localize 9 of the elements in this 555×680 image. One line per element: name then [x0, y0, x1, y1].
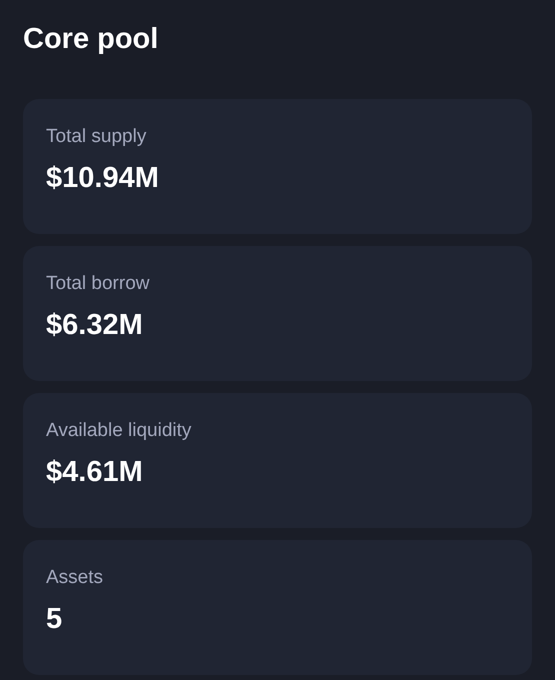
stat-label: Total supply [46, 125, 146, 149]
stat-value: $4.61M [46, 455, 143, 490]
stat-value: $6.32M [46, 308, 143, 343]
page-title: Core pool [23, 22, 160, 57]
stat-label: Total borrow [46, 272, 150, 296]
stat-value: 5 [46, 602, 62, 637]
stat-value: $10.94M [46, 161, 159, 196]
stat-label: Assets [46, 566, 104, 590]
stat-label: Available liquidity [46, 419, 192, 443]
